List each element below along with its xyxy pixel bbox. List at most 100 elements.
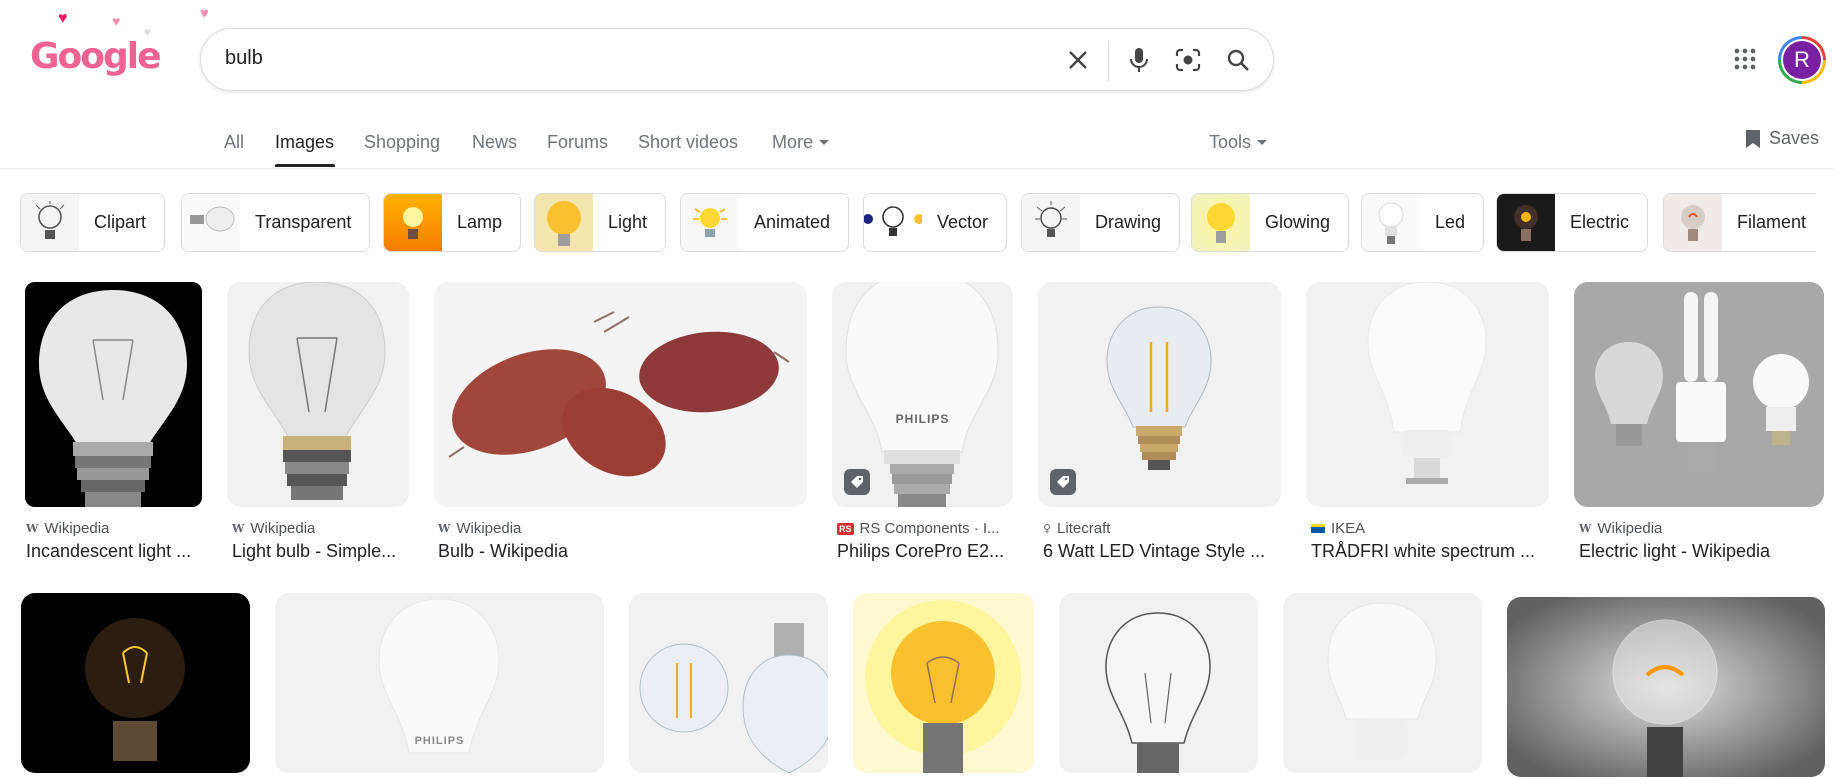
result-image-5[interactable] <box>1038 282 1281 507</box>
clear-icon[interactable] <box>1063 45 1093 75</box>
tab-short-videos[interactable]: Short videos <box>638 132 738 153</box>
bulb-image <box>85 618 185 761</box>
bulb-image <box>1327 602 1437 759</box>
result-image-11[interactable] <box>853 593 1034 773</box>
result-title[interactable]: Incandescent light ... <box>26 541 202 562</box>
chip-drawing[interactable]: Drawing <box>1021 193 1181 252</box>
tools-label: Tools <box>1209 132 1252 152</box>
chip-label: Filament <box>1737 212 1807 232</box>
avatar-letter: R <box>1783 41 1821 79</box>
result-image-2[interactable] <box>227 282 409 507</box>
tab-images[interactable]: Images <box>275 132 334 153</box>
saves-label: Saves <box>1769 128 1820 148</box>
tab-news[interactable]: News <box>472 132 517 153</box>
chevron-down-icon <box>1257 140 1268 145</box>
bulb-thumbnail <box>1664 194 1722 251</box>
suggestion-chips: Clipart Transparent Lamp Light Animated … <box>20 193 1816 253</box>
chip-clipart[interactable]: Clipart <box>20 193 166 252</box>
result-image-7[interactable] <box>1574 282 1824 507</box>
wikipedia-icon: W <box>1579 522 1592 535</box>
result-title[interactable]: TRÅDFRI white spectrum ... <box>1311 541 1543 562</box>
result-source: IKEA <box>1311 520 1365 537</box>
camera-lens-icon[interactable] <box>1173 45 1203 75</box>
chip-label: Drawing <box>1095 212 1162 232</box>
brand-label: PHILIPS <box>414 735 465 747</box>
bulb-image <box>1367 282 1487 484</box>
chip-lamp[interactable]: Lamp <box>383 193 522 252</box>
result-source: RS RS Components · I... <box>837 520 1017 537</box>
divider <box>1108 41 1109 81</box>
result-source-name: RS Components · I... <box>859 520 1000 537</box>
chip-filament[interactable]: Filament <box>1663 193 1816 252</box>
result-title[interactable]: Bulb - Wikipedia <box>438 541 808 562</box>
result-image-10[interactable] <box>629 593 828 773</box>
bulb-image <box>25 282 202 507</box>
result-source: W Wikipedia <box>1579 520 1662 537</box>
result-source-name: Litecraft <box>1057 520 1111 537</box>
tab-more[interactable]: More <box>772 132 830 153</box>
account-avatar[interactable]: R <box>1778 36 1826 84</box>
wikipedia-icon: W <box>438 522 451 535</box>
chip-label: Clipart <box>94 212 147 232</box>
result-source: W Wikipedia <box>26 520 109 537</box>
search-icon[interactable] <box>1223 45 1253 75</box>
search-box[interactable] <box>200 28 1274 91</box>
litecraft-icon: ♀ <box>1043 522 1052 535</box>
chip-label: Animated <box>754 212 831 232</box>
chip-led[interactable]: Led <box>1361 193 1485 252</box>
result-source: ♀ Litecraft <box>1043 520 1110 537</box>
chip-animated[interactable]: Animated <box>680 193 850 252</box>
active-tab-indicator <box>275 164 335 167</box>
microphone-icon[interactable] <box>1124 45 1154 75</box>
bulb-image <box>1105 612 1211 773</box>
result-title[interactable]: 6 Watt LED Vintage Style ... <box>1043 541 1273 562</box>
chip-label: Lamp <box>457 212 503 232</box>
result-image-4[interactable]: PHILIPS <box>832 282 1013 507</box>
logo-text: Google <box>30 36 162 77</box>
bulb-thumbnail <box>864 194 922 251</box>
tab-forums[interactable]: Forums <box>547 132 608 153</box>
chip-transparent[interactable]: Transparent <box>181 193 371 252</box>
result-image-9[interactable]: PHILIPS <box>275 593 604 773</box>
google-apps-icon[interactable] <box>1733 47 1757 71</box>
saves-button[interactable]: Saves <box>1745 128 1819 149</box>
glowing-bulb-image <box>865 600 1021 773</box>
google-doodle-logo[interactable]: ♥ ♥ ♥ ♥ Google <box>28 5 209 88</box>
ikea-icon <box>1311 524 1325 533</box>
tools-button[interactable]: Tools <box>1209 132 1268 153</box>
result-title[interactable]: Electric light - Wikipedia <box>1579 541 1824 562</box>
tab-more-label: More <box>772 132 814 152</box>
result-image-3[interactable] <box>434 282 807 507</box>
chip-light[interactable]: Light <box>534 193 667 252</box>
bulb-thumbnail <box>535 194 593 251</box>
header: ♥ ♥ ♥ ♥ Google R <box>0 0 1834 120</box>
bulb-thumbnail <box>681 194 739 251</box>
bulb-thumbnail <box>21 194 79 251</box>
result-source-name: Wikipedia <box>44 520 110 537</box>
result-title[interactable]: Philips CorePro E2... <box>837 541 1017 562</box>
result-image-8[interactable] <box>21 593 250 773</box>
result-source-name: Wikipedia <box>456 520 522 537</box>
heart-icon: ♥ <box>112 13 121 29</box>
search-input[interactable] <box>225 47 985 70</box>
result-image-6[interactable] <box>1306 282 1549 507</box>
bulb-image <box>248 282 386 500</box>
result-image-12[interactable] <box>1059 593 1258 773</box>
result-image-13[interactable] <box>1283 593 1482 773</box>
result-source-name: Wikipedia <box>250 520 316 537</box>
product-tag-icon <box>844 469 870 495</box>
tab-all[interactable]: All <box>224 132 244 153</box>
search-tabs: All Images Shopping News Forums Short vi… <box>0 120 1834 169</box>
chip-label: Glowing <box>1265 212 1331 232</box>
bulb-thumbnail <box>1362 194 1420 251</box>
chip-vector[interactable]: Vector <box>863 193 1008 252</box>
chip-glowing[interactable]: Glowing <box>1191 193 1350 252</box>
chip-label: Light <box>608 212 648 232</box>
rs-components-icon: RS <box>837 522 854 535</box>
result-image-1[interactable] <box>25 282 202 507</box>
brand-label: PHILIPS <box>895 412 950 426</box>
result-image-14[interactable] <box>1507 597 1825 777</box>
chip-electric[interactable]: Electric <box>1496 193 1649 252</box>
result-title[interactable]: Light bulb - Simple... <box>232 541 412 562</box>
tab-shopping[interactable]: Shopping <box>364 132 440 153</box>
